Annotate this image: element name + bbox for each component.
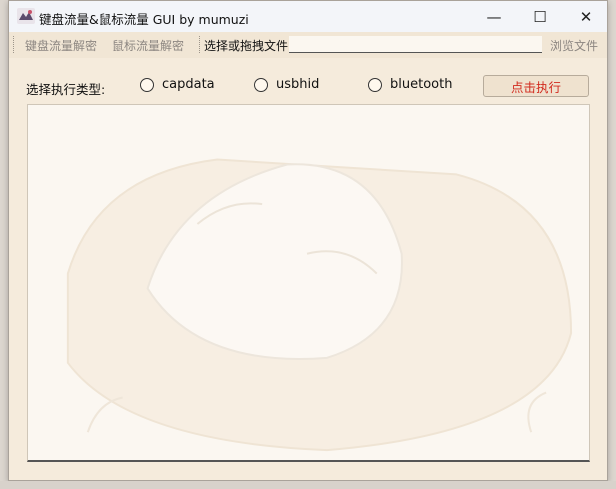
- radio-circle[interactable]: [254, 77, 268, 92]
- toolbar: 键盘流量解密 鼠标流量解密 选择或拖拽文件 浏览文件: [9, 32, 607, 58]
- radio-label: usbhid: [276, 77, 320, 92]
- minimize-button[interactable]: —: [471, 1, 517, 32]
- file-path-input[interactable]: [289, 36, 542, 53]
- radio-circle[interactable]: [368, 77, 382, 92]
- radio-label: capdata: [162, 77, 215, 92]
- taskbar-strip: [0, 481, 616, 489]
- run-button[interactable]: 点击执行: [483, 75, 589, 97]
- title-bar[interactable]: 键盘流量&鼠标流量 GUI by mumuzi — ☐ ✕: [9, 1, 607, 32]
- window-title: 键盘流量&鼠标流量 GUI by mumuzi: [39, 12, 249, 27]
- output-textarea[interactable]: [27, 104, 590, 462]
- mouse-decode-tab[interactable]: 鼠标流量解密: [112, 37, 184, 54]
- radio-label: bluetooth: [390, 77, 453, 92]
- radio-capdata[interactable]: capdata: [140, 77, 215, 92]
- browse-file-button[interactable]: 浏览文件: [550, 37, 598, 54]
- keyboard-decode-tab[interactable]: 键盘流量解密: [25, 37, 97, 54]
- maximize-button[interactable]: ☐: [517, 1, 563, 32]
- radio-bluetooth[interactable]: bluetooth: [368, 77, 452, 92]
- background-illustration: [66, 158, 573, 452]
- app-icon: [17, 8, 35, 24]
- close-button[interactable]: ✕: [563, 1, 607, 32]
- exec-type-label: 选择执行类型:: [26, 82, 106, 97]
- radio-usbhid[interactable]: usbhid: [254, 77, 319, 92]
- radio-circle[interactable]: [140, 77, 154, 92]
- toolbar-grip[interactable]: [199, 36, 202, 53]
- app-window: 键盘流量&鼠标流量 GUI by mumuzi — ☐ ✕ 键盘流量解密 鼠标流…: [8, 0, 608, 481]
- file-select-label: 选择或拖拽文件: [204, 39, 289, 53]
- toolbar-grip[interactable]: [13, 36, 16, 53]
